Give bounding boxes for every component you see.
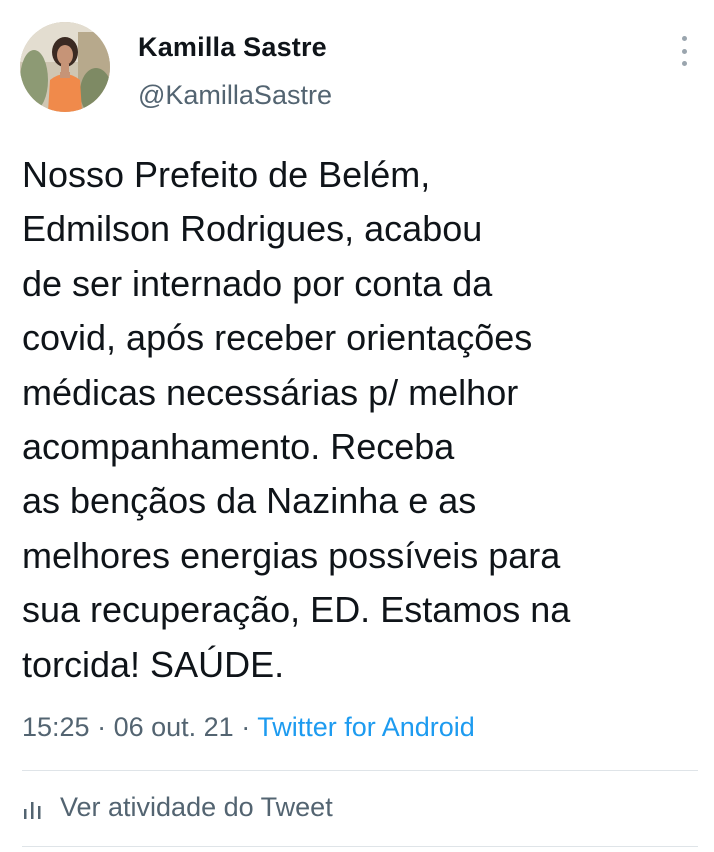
tweet-line: médicas necessárias p/ melhor [22, 371, 519, 413]
tweet-line: melhores energias possíveis para [22, 534, 561, 576]
tweet-line: de ser internado por conta da [22, 262, 493, 304]
tweet-time[interactable]: 15:25 [22, 712, 90, 742]
tweet-line: as bençãos da Nazinha e as [22, 480, 477, 522]
tweet-line: covid, após receber orientações [22, 317, 533, 359]
tweet-source-link[interactable]: Twitter for Android [257, 712, 475, 742]
divider [22, 846, 698, 847]
more-vertical-icon[interactable] [676, 36, 692, 66]
avatar[interactable] [20, 22, 110, 112]
tweet-card: Kamilla Sastre @KamillaSastre Nosso Pref… [0, 0, 714, 852]
tweet-line: torcida! SAÚDE. [22, 643, 285, 685]
tweet-text: Nosso Prefeito de Belém, Edmilson Rodrig… [22, 148, 702, 692]
author-handle[interactable]: @KamillaSastre [138, 80, 332, 111]
tweet-line: Edmilson Rodrigues, acabou [22, 208, 483, 250]
tweet-line: Nosso Prefeito de Belém, [22, 154, 431, 195]
tweet-line: sua recuperação, ED. Estamos na [22, 589, 571, 631]
more-dot [681, 36, 687, 41]
more-dot [681, 61, 687, 66]
analytics-bars-icon [22, 797, 46, 819]
author-name[interactable]: Kamilla Sastre [138, 32, 327, 63]
tweet-line: acompanhamento. Receba [22, 426, 455, 468]
tweet-meta: 15:25 · 06 out. 21 · Twitter for Android [22, 712, 475, 743]
meta-separator: · [89, 712, 114, 742]
more-dot [681, 48, 687, 54]
avatar-photo [20, 22, 110, 112]
meta-separator: · [233, 712, 258, 742]
tweet-date[interactable]: 06 out. 21 [114, 712, 234, 742]
divider [22, 770, 698, 771]
view-activity-label: Ver atividade do Tweet [60, 792, 333, 822]
view-activity-button[interactable]: Ver atividade do Tweet [22, 792, 333, 823]
